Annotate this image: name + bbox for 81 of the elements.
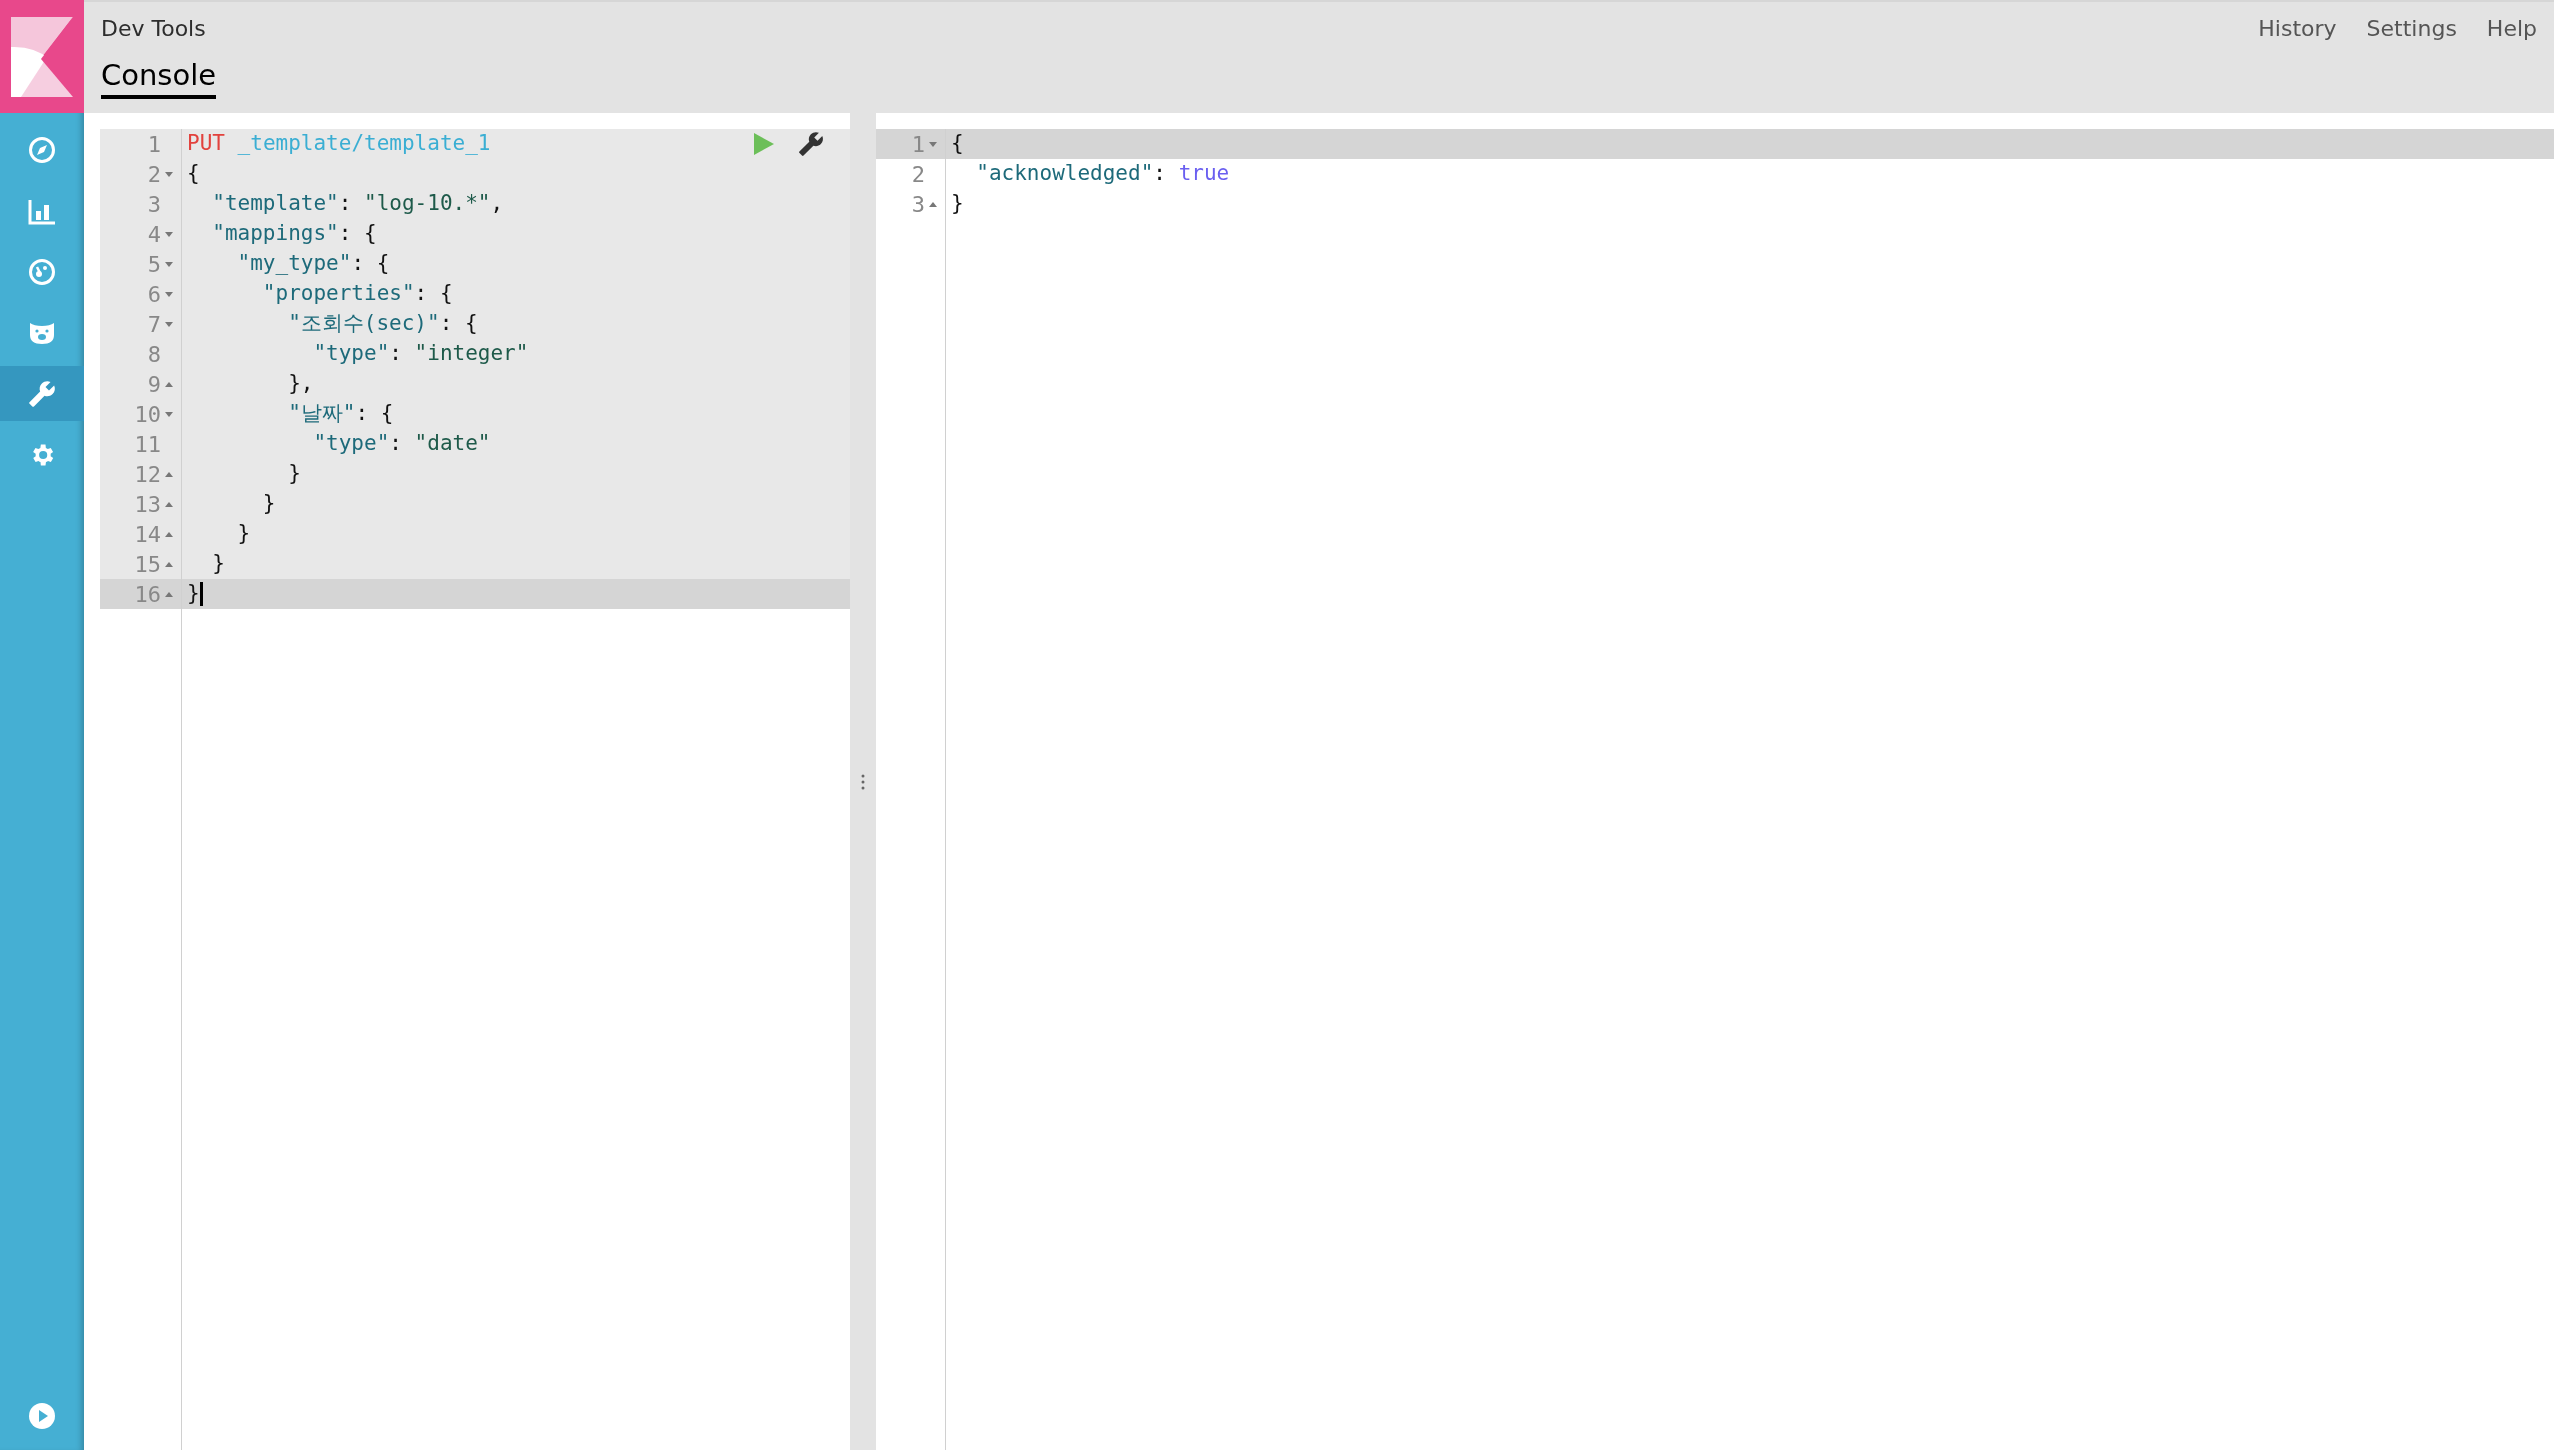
- json-punctuation: },: [288, 370, 314, 398]
- json-key: "type": [313, 428, 390, 460]
- json-punctuation: }: [212, 550, 225, 578]
- json-punctuation: :: [439, 310, 453, 338]
- json-punctuation: :: [338, 220, 352, 248]
- fold-caret-icon[interactable]: [929, 201, 937, 207]
- line-number: 13: [134, 490, 161, 519]
- fold-caret-icon[interactable]: [165, 531, 173, 537]
- json-punctuation: :: [389, 430, 402, 458]
- json-key: "properties": [262, 278, 415, 310]
- json-boolean: true: [1178, 160, 1230, 188]
- run-button[interactable]: [752, 131, 776, 157]
- line-number: 3: [911, 190, 925, 219]
- json-key: "type": [313, 338, 390, 370]
- json-punctuation: {: [951, 130, 964, 158]
- json-key: "acknowledged": [976, 158, 1154, 190]
- header-link[interactable]: Settings: [2366, 12, 2457, 45]
- http-method: PUT: [187, 130, 225, 158]
- line-number: 10: [134, 400, 161, 429]
- line-number: 11: [134, 430, 161, 459]
- json-punctuation: ,: [490, 190, 504, 218]
- fold-caret-icon[interactable]: [165, 171, 173, 177]
- json-punctuation: }: [262, 490, 276, 518]
- json-punctuation: :: [355, 400, 369, 428]
- json-punctuation: :: [338, 190, 352, 218]
- json-punctuation: }: [187, 580, 200, 608]
- line-number: 2: [147, 160, 161, 189]
- json-key: "날짜": [288, 398, 356, 430]
- line-number: 14: [134, 520, 161, 549]
- line-number: 3: [147, 190, 161, 219]
- json-key: "mappings": [212, 218, 339, 250]
- json-punctuation: {: [465, 310, 478, 338]
- json-punctuation: }: [951, 190, 964, 218]
- fold-caret-icon[interactable]: [165, 321, 173, 327]
- wrench-icon[interactable]: [798, 131, 824, 157]
- json-key: "my_type": [237, 248, 352, 280]
- json-key: "조회수(sec)": [288, 308, 440, 340]
- fold-caret-icon[interactable]: [929, 141, 937, 147]
- json-string: "log-10.*": [364, 190, 491, 218]
- json-string: "date": [414, 430, 491, 458]
- line-number: 7: [147, 310, 161, 339]
- fold-caret-icon[interactable]: [165, 411, 173, 417]
- fold-caret-icon[interactable]: [165, 231, 173, 237]
- fold-caret-icon[interactable]: [165, 591, 173, 597]
- console-tab[interactable]: Console: [101, 57, 217, 99]
- line-number: 4: [147, 220, 161, 249]
- request-path: _template/template_1: [237, 130, 491, 158]
- line-number: 2: [911, 160, 925, 189]
- line-number: 9: [147, 370, 161, 399]
- line-number: 8: [147, 340, 161, 369]
- json-punctuation: :: [389, 340, 402, 368]
- json-punctuation: }: [288, 460, 301, 488]
- header-link[interactable]: Help: [2486, 12, 2537, 45]
- line-number: 1: [147, 130, 161, 159]
- line-number: 15: [134, 550, 161, 579]
- json-key: "template": [212, 188, 339, 220]
- json-punctuation: {: [364, 220, 377, 248]
- fold-caret-icon[interactable]: [165, 561, 173, 567]
- json-punctuation: {: [380, 400, 394, 428]
- json-punctuation: :: [1153, 160, 1166, 188]
- json-punctuation: }: [237, 520, 251, 548]
- line-number: 5: [147, 250, 161, 279]
- fold-caret-icon[interactable]: [165, 291, 173, 297]
- json-string: "integer": [414, 340, 529, 368]
- header-link[interactable]: History: [2258, 12, 2337, 45]
- fold-caret-icon[interactable]: [165, 261, 173, 267]
- line-number: 6: [147, 280, 161, 309]
- json-punctuation: :: [414, 280, 428, 308]
- app-title: Dev Tools: [101, 15, 206, 43]
- fold-caret-icon[interactable]: [165, 471, 173, 477]
- line-number: 1: [911, 130, 925, 159]
- fold-caret-icon[interactable]: [165, 501, 173, 507]
- line-number: 12: [134, 460, 161, 489]
- json-punctuation: {: [439, 280, 453, 308]
- logo[interactable]: [0, 0, 84, 113]
- json-punctuation: {: [187, 160, 200, 188]
- line-number: 16: [134, 580, 161, 609]
- json-punctuation: :: [351, 250, 365, 278]
- fold-caret-icon[interactable]: [165, 381, 173, 387]
- json-punctuation: {: [376, 250, 390, 278]
- play-icon[interactable]: [28, 1402, 56, 1430]
